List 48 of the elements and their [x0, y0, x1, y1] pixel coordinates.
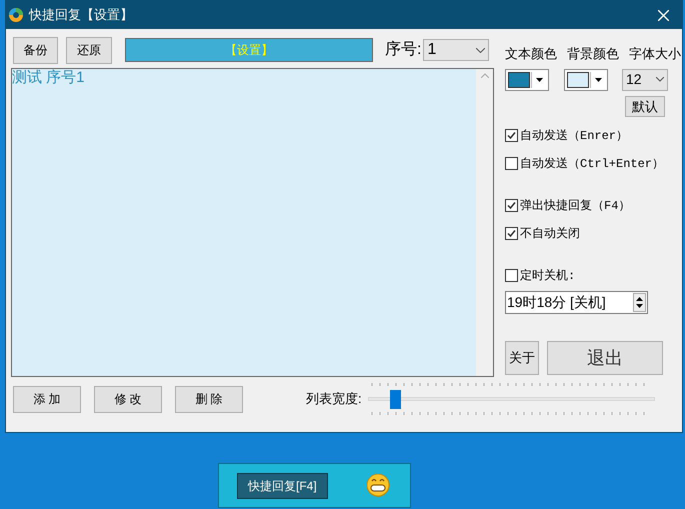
quick-reply-label: 快捷回复[F4] [237, 472, 328, 498]
action-button[interactable]: 添 加 [13, 386, 81, 412]
dropdown-arrow-icon [531, 72, 546, 88]
about-button[interactable]: 关于 [505, 341, 539, 375]
action-button[interactable]: 删 除 [175, 386, 243, 412]
check-icon [507, 229, 516, 238]
scrollbar[interactable] [476, 69, 493, 376]
background-color-label: 背景颜色 [567, 45, 619, 63]
app-icon [9, 8, 23, 22]
checkbox[interactable] [505, 157, 518, 170]
index-select[interactable]: 1 [423, 39, 490, 61]
checkbox-label: 自动发送（Enrer） [520, 128, 628, 144]
chevron-down-icon [656, 77, 664, 82]
checkbox[interactable] [505, 199, 518, 212]
action-button[interactable]: 修 改 [94, 386, 162, 412]
index-label: 序号: [385, 40, 422, 60]
checkbox-label: 自动发送（Ctrl+Enter） [520, 156, 664, 172]
width-label: 列表宽度: [306, 390, 362, 408]
width-slider[interactable] [368, 381, 655, 417]
font-size-select[interactable]: 12 [622, 68, 668, 90]
exit-button[interactable]: 退出 [547, 341, 663, 375]
checkbox[interactable] [505, 227, 518, 240]
banner: 【设置】 [125, 38, 373, 62]
restore-button[interactable]: 还原 [66, 36, 112, 64]
slider-thumb[interactable] [390, 390, 401, 409]
font-size-label: 字体大小 [629, 45, 681, 63]
check-icon [507, 131, 516, 140]
editor-text: 测试 序号1 [12, 69, 86, 88]
quick-reply-widget[interactable]: 快捷回复[F4] [218, 463, 411, 508]
scroll-up-icon [480, 73, 488, 78]
default-button[interactable]: 默认 [625, 96, 665, 116]
close-icon[interactable] [658, 10, 669, 20]
checkbox[interactable] [505, 269, 518, 282]
text-color-label: 文本颜色 [505, 45, 557, 63]
checkbox-label: 不自动关闭 [520, 226, 580, 242]
grinning-face-icon [366, 473, 390, 497]
color-picker[interactable] [564, 68, 608, 90]
chevron-down-icon [476, 48, 486, 52]
window-title: 快捷回复【设置】 [29, 6, 133, 24]
check-icon [507, 201, 516, 210]
timer-spinner[interactable]: 19时18分 [关机] [505, 290, 648, 314]
checkbox-label: 弹出快捷回复（F4） [520, 198, 630, 214]
checkbox[interactable] [505, 129, 518, 142]
checkbox-label: 定时关机: [520, 268, 576, 284]
color-picker[interactable] [505, 68, 549, 90]
backup-button[interactable]: 备份 [13, 36, 58, 64]
dropdown-arrow-icon [590, 72, 605, 88]
spinner-arrows-icon [633, 292, 646, 312]
